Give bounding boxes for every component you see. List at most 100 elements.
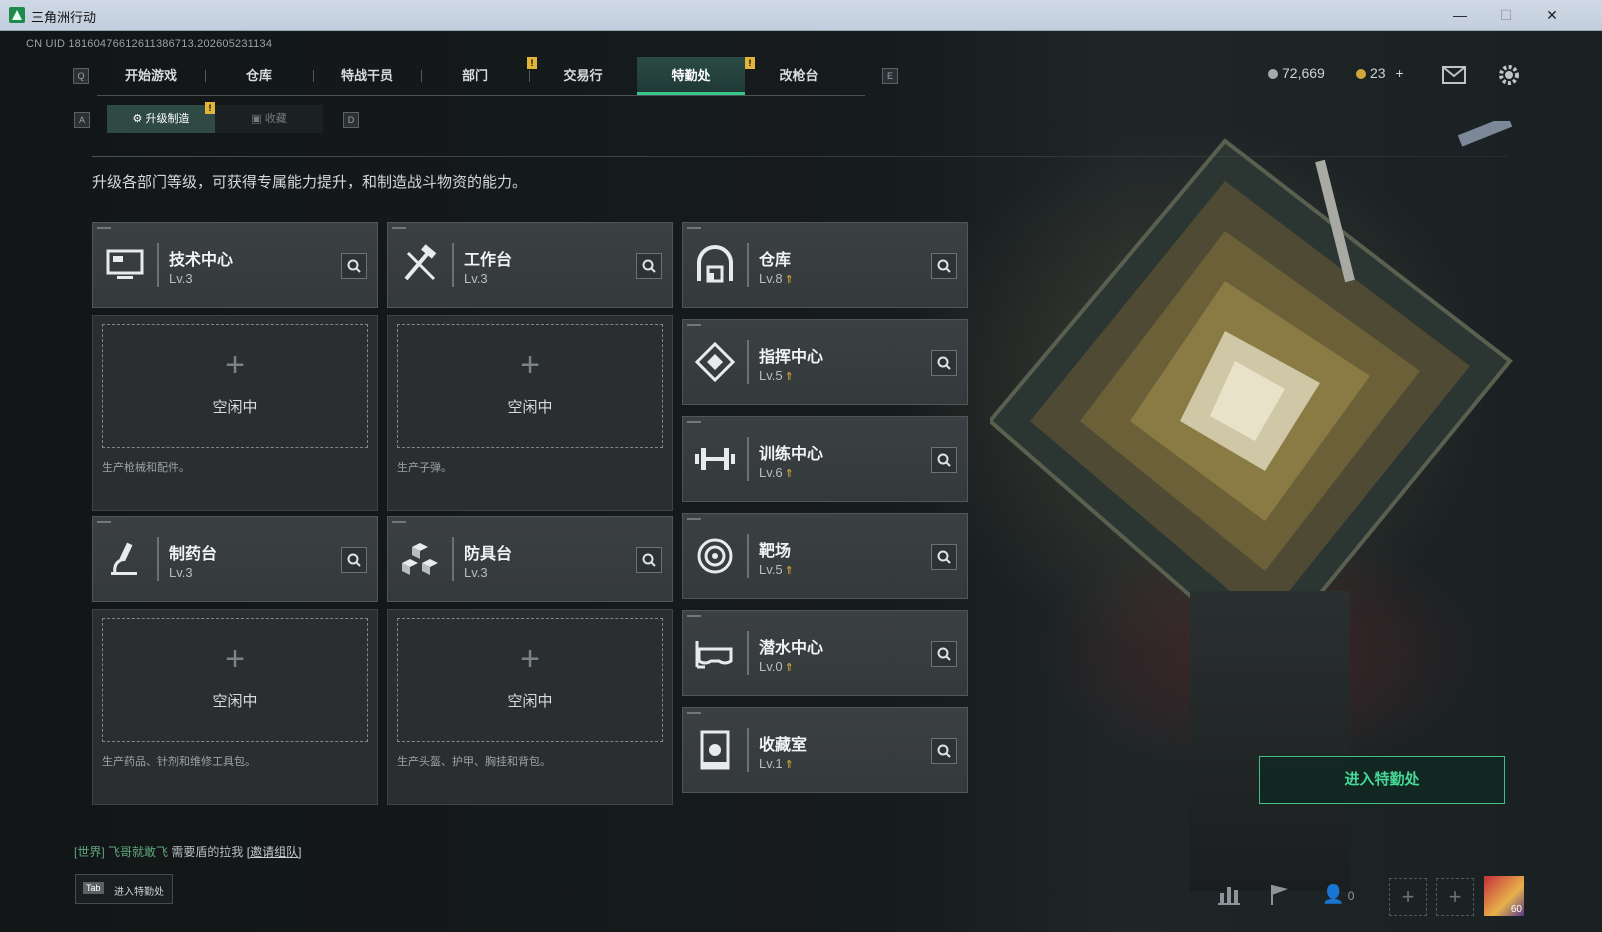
subtab-upgrade-craft-label: 升级制造	[145, 113, 190, 125]
dept-name: 工作台	[464, 252, 513, 269]
slot-status: 空闲中	[212, 399, 258, 416]
search-icon[interactable]	[931, 641, 957, 667]
dept-card-armor[interactable]: 防具台 Lv.3	[387, 516, 673, 602]
gold-value: 23	[1370, 65, 1386, 81]
dept-level: Lv.6	[759, 465, 783, 480]
dept-name: 仓库	[759, 252, 792, 269]
dept-card-training-center[interactable]: 训练中心 Lv.6 ⇑	[682, 416, 968, 502]
upgrade-arrow-icon: ⇑	[784, 662, 794, 674]
tab-trading[interactable]: 交易行	[529, 57, 637, 95]
tab-key-label: 进入特勤处	[114, 887, 164, 898]
search-icon[interactable]	[931, 738, 957, 764]
flag-icon[interactable]	[1262, 877, 1296, 911]
dept-card-diving-center[interactable]: 潜水中心 Lv.0 ⇑	[682, 610, 968, 696]
currency-gold: 23 +	[1356, 65, 1404, 81]
divider	[92, 156, 1508, 157]
upgrade-arrow-icon: ⇑	[784, 274, 794, 286]
production-slot-armor[interactable]: + 空闲中 生产头盔、护甲、胸挂和背包。	[387, 609, 673, 805]
search-icon[interactable]	[636, 547, 662, 573]
maximize-button[interactable]: ☐	[1483, 0, 1529, 30]
silver-coin-icon	[1268, 69, 1278, 79]
key-hint-q: Q	[73, 68, 89, 84]
warehouse-icon	[697, 245, 733, 283]
add-teammate-slot-1[interactable]: +	[1389, 878, 1427, 916]
production-slot-workbench[interactable]: + 空闲中 生产子弹。	[387, 315, 673, 511]
add-plus-icon: +	[520, 640, 540, 678]
tab-key: Tab	[83, 882, 104, 894]
collection-icon	[700, 730, 730, 770]
tab-warehouse[interactable]: 仓库	[205, 57, 313, 95]
dept-level-row: Lv.0 ⇑	[759, 659, 794, 674]
search-icon[interactable]	[931, 253, 957, 279]
subtab-upgrade-craft[interactable]: ⚙ 升级制造	[107, 105, 215, 133]
slot-note: 生产枪械和配件。	[102, 462, 190, 474]
tab-key-hint[interactable]: Tab 进入特勤处	[75, 874, 173, 904]
dumbbell-icon	[695, 448, 735, 470]
search-icon[interactable]	[931, 447, 957, 473]
blocks-icon	[402, 543, 438, 575]
mail-icon[interactable]	[1442, 66, 1466, 84]
dept-level: Lv.3	[464, 565, 488, 580]
tools-icon	[404, 244, 437, 281]
window-title: 三角洲行动	[31, 10, 97, 25]
add-teammate-slot-2[interactable]: +	[1436, 878, 1474, 916]
coins-value: 72,669	[1282, 65, 1325, 81]
search-icon[interactable]	[341, 547, 367, 573]
invite-team-link[interactable]: [邀请组队]	[247, 845, 302, 859]
search-icon[interactable]	[341, 253, 367, 279]
tab-gunsmith[interactable]: 改枪台	[745, 57, 853, 95]
dept-level: Lv.5	[759, 562, 783, 577]
command-icon	[694, 341, 736, 383]
search-icon[interactable]	[931, 544, 957, 570]
dept-name: 制药台	[169, 546, 218, 563]
upgrade-arrow-icon: ⇑	[784, 759, 794, 771]
tab-departments[interactable]: 部门	[421, 57, 529, 95]
currency-coins: 72,669	[1268, 65, 1325, 81]
dept-card-pharmacy[interactable]: 制药台 Lv.3	[92, 516, 378, 602]
dept-name: 潜水中心	[759, 640, 824, 657]
tab-special-ops[interactable]: 特勤处	[637, 57, 745, 95]
close-button[interactable]: ✕	[1529, 0, 1575, 30]
dept-name: 技术中心	[169, 252, 234, 269]
search-icon[interactable]	[931, 350, 957, 376]
background-pillar	[1190, 591, 1350, 891]
dept-level-row: Lv.6 ⇑	[759, 465, 794, 480]
slot-note: 生产子弹。	[397, 462, 452, 474]
stats-icon[interactable]	[1212, 877, 1246, 911]
key-hint-a: A	[74, 112, 90, 128]
dept-name: 指挥中心	[759, 349, 824, 366]
dept-card-warehouse[interactable]: 仓库 Lv.8 ⇑	[682, 222, 968, 308]
chat-user[interactable]: 飞哥就敢飞	[108, 845, 168, 859]
collection-small-icon: ▣	[251, 113, 262, 125]
dept-card-command-center[interactable]: 指挥中心 Lv.5 ⇑	[682, 319, 968, 405]
minimize-button[interactable]: —	[1437, 0, 1483, 30]
tab-operators[interactable]: 特战干员	[313, 57, 421, 95]
microscope-icon	[111, 542, 137, 575]
slot-status: 空闲中	[212, 693, 258, 710]
search-icon[interactable]	[636, 253, 662, 279]
production-slot-tech-center[interactable]: + 空闲中 生产枪械和配件。	[92, 315, 378, 511]
gold-coin-icon	[1356, 69, 1366, 79]
subtab-collection[interactable]: ▣ 收藏	[215, 105, 323, 133]
dept-name: 靶场	[759, 543, 792, 560]
enter-special-ops-button[interactable]: 进入特勤处	[1259, 756, 1505, 804]
friends-online[interactable]: 👤 0	[1322, 877, 1354, 911]
friends-online-count: 0	[1347, 889, 1355, 903]
slot-status: 空闲中	[507, 693, 553, 710]
dept-card-workbench[interactable]: 工作台 Lv.3	[387, 222, 673, 308]
page-description: 升级各部门等级，可获得专属能力提升，和制造战斗物资的能力。	[92, 174, 528, 191]
tab-start-game[interactable]: 开始游戏	[97, 57, 205, 95]
add-currency-button[interactable]: +	[1395, 65, 1403, 81]
production-slot-pharmacy[interactable]: + 空闲中 生产药品、针剂和维修工具包。	[92, 609, 378, 805]
settings-gear-icon[interactable]	[1497, 63, 1521, 87]
main-tabs: 开始游戏 仓库 特战干员 部门 ! 交易行 特勤处 ! 改枪台	[97, 57, 865, 96]
dept-card-tech-center[interactable]: 技术中心 Lv.3	[92, 222, 378, 308]
dept-card-collection-room[interactable]: 收藏室 Lv.1 ⇑	[682, 707, 968, 793]
player-avatar[interactable]: 60	[1484, 876, 1524, 916]
dept-level: Lv.3	[464, 271, 488, 286]
dept-card-shooting-range[interactable]: 靶场 Lv.5 ⇑	[682, 513, 968, 599]
subtab-collection-label: 收藏	[264, 113, 287, 125]
gear-craft-icon: ⚙	[132, 113, 143, 125]
dept-level-row: Lv.1 ⇑	[759, 756, 794, 771]
dept-name: 训练中心	[759, 446, 824, 463]
